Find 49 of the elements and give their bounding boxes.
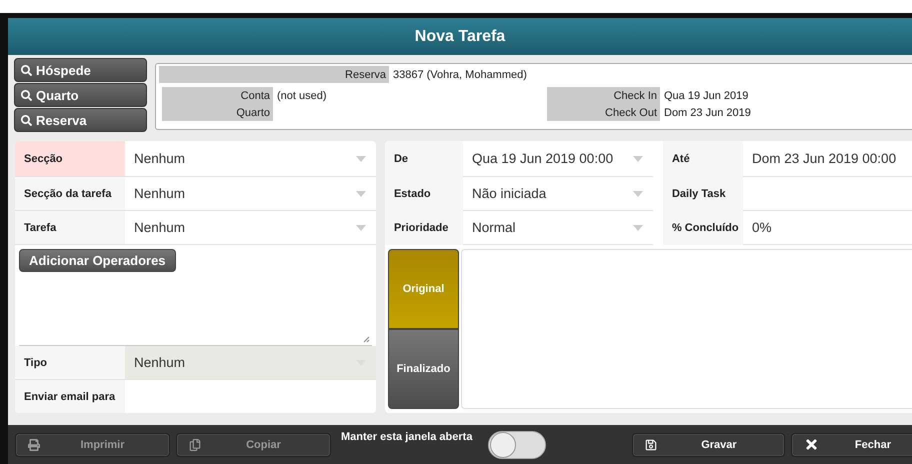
info-label: Conta: [162, 87, 273, 104]
caret-icon: [356, 190, 366, 196]
caret-icon: [632, 224, 643, 230]
field-label: Tarefa: [15, 211, 125, 244]
caret-icon: [356, 156, 366, 162]
field-label: Prioridade: [384, 211, 463, 245]
field-label: Enviar email para: [15, 380, 125, 413]
add-operators-button[interactable]: Adicionar Operadores: [19, 249, 176, 272]
search-icon: [21, 90, 32, 100]
field-label: De: [384, 141, 463, 177]
printer-icon: [28, 438, 40, 450]
select-value: Dom 23 Jun 2019 00:00: [752, 151, 896, 166]
info-value: (not used): [276, 88, 327, 104]
field-label: Secção da tarefa: [15, 177, 125, 210]
text-area[interactable]: Adicionar Operadores: [19, 245, 372, 346]
field-label: % Concluído: [662, 211, 743, 245]
info-value: Dom 23 Jun 2019: [663, 106, 751, 120]
tab[interactable]: Finalizado: [388, 329, 459, 409]
copy-icon: [189, 438, 201, 450]
keep-open-toggle[interactable]: [488, 430, 546, 458]
info-value: Qua 19 Jun 2019: [663, 88, 748, 104]
select-value: Não iniciada: [472, 186, 546, 201]
select-value: 0%: [752, 220, 772, 235]
field-label: Secção: [15, 141, 125, 176]
field-label: Tipo: [15, 346, 125, 379]
caret-icon: [632, 190, 643, 196]
keep-open-label: Manter esta janela aberta: [341, 431, 472, 443]
search-icon: [21, 64, 32, 76]
field-label: Estado: [384, 177, 463, 211]
select-value: Normal: [472, 220, 516, 235]
info-label: Check In: [547, 87, 660, 104]
lookup-button[interactable]: Quarto: [14, 83, 147, 107]
lookup-button[interactable]: Hóspede: [14, 58, 147, 82]
info-label: Reserva: [159, 66, 389, 83]
footer-button[interactable]: Fechar: [791, 432, 912, 456]
caret-icon: [632, 156, 643, 162]
window-title: Nova Tarefa: [414, 28, 506, 46]
info-label: Quarto: [162, 104, 273, 121]
close-icon: [804, 437, 820, 452]
field-label: Até: [662, 141, 743, 177]
select-value: Qua 19 Jun 2019 00:00: [472, 151, 614, 166]
footer-button[interactable]: Gravar: [632, 432, 786, 456]
resize-grip-icon: [362, 336, 370, 343]
info-label: Check Out: [547, 104, 660, 121]
field-label: Daily Task: [662, 177, 743, 211]
caret-icon: [356, 224, 366, 230]
info-value: 33867 (Vohra, Mohammed): [392, 68, 527, 80]
lookup-button[interactable]: Reserva: [14, 108, 147, 132]
search-icon: [21, 114, 32, 126]
